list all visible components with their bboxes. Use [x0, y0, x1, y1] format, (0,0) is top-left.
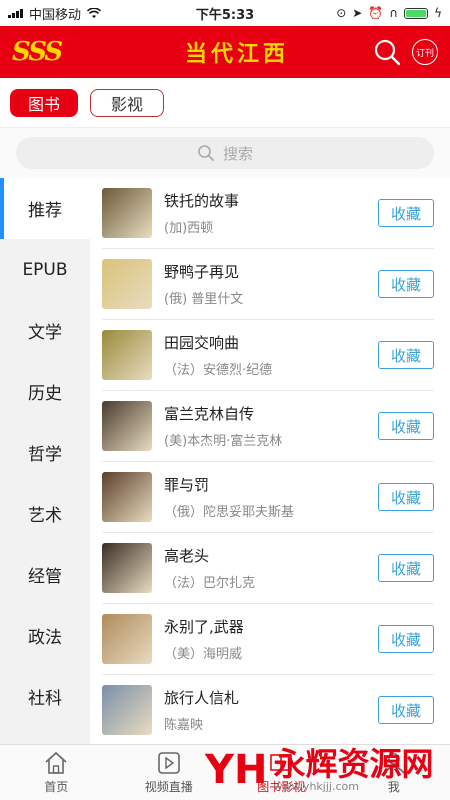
- book-title: 田园交响曲: [164, 334, 240, 352]
- category-sidebar: 推荐 EPUB 文学 历史 哲学 艺术 经管 政法 社科: [0, 178, 90, 744]
- book-author: (俄) 普里什文: [164, 292, 244, 307]
- sidebar-item-philosophy[interactable]: 哲学: [0, 422, 90, 483]
- favorite-button[interactable]: 收藏: [378, 554, 434, 582]
- book-title: 铁托的故事: [164, 192, 240, 210]
- location-icon: ➤: [352, 6, 363, 20]
- nav-home-label: 首页: [44, 779, 69, 794]
- category-tabs: 图书 影视: [0, 78, 450, 128]
- search-area: 搜索: [0, 128, 450, 178]
- charging-icon: ϟ: [434, 6, 442, 20]
- nav-home[interactable]: 首页: [0, 745, 113, 800]
- app-header: SSS 当代江西 订刊: [0, 26, 450, 78]
- tab-books[interactable]: 图书: [10, 88, 79, 117]
- book-cover[interactable]: [102, 188, 152, 238]
- book-cover[interactable]: [102, 543, 152, 593]
- list-item[interactable]: 永别了,武器 （美）海明威 收藏: [102, 604, 434, 675]
- book-title: 旅行人信札: [164, 689, 240, 707]
- nav-me[interactable]: 我: [338, 745, 450, 800]
- search-input[interactable]: 搜索: [16, 137, 434, 169]
- book-title: 罪与罚: [164, 476, 210, 494]
- search-placeholder: 搜索: [222, 144, 253, 163]
- tab-film[interactable]: 影视: [90, 88, 165, 117]
- list-item[interactable]: 田园交响曲 （法）安德烈·纪德 收藏: [102, 320, 434, 391]
- app-logo: SSS: [12, 37, 63, 67]
- headphone-icon: ∩: [389, 6, 399, 20]
- battery-icon: [404, 7, 429, 19]
- book-author: （法）巴尔扎克: [164, 576, 256, 591]
- favorite-button[interactable]: 收藏: [378, 341, 434, 369]
- favorite-button[interactable]: 收藏: [378, 270, 434, 298]
- nav-books[interactable]: 图书影视: [225, 745, 338, 800]
- nav-video-label: 视频直播: [144, 779, 193, 794]
- lock-rotation-icon: ⊙: [336, 6, 347, 20]
- sidebar-item-art[interactable]: 艺术: [0, 483, 90, 544]
- nav-me-label: 我: [387, 779, 400, 794]
- signal-icon: [8, 8, 23, 18]
- sidebar-item-recommend[interactable]: 推荐: [0, 178, 90, 239]
- video-icon: [157, 751, 180, 774]
- list-item[interactable]: 高老头 （法）巴尔扎克 收藏: [102, 533, 434, 604]
- favorite-button[interactable]: 收藏: [378, 696, 434, 724]
- search-icon: [198, 145, 214, 161]
- favorite-button[interactable]: 收藏: [378, 483, 434, 511]
- status-left: 中国移动: [8, 4, 158, 23]
- wifi-icon: [87, 7, 102, 18]
- book-author: (加)西顿: [164, 221, 214, 236]
- list-item[interactable]: 富兰克林自传 (美)本杰明·富兰克林 收藏: [102, 391, 434, 462]
- book-title: 高老头: [164, 547, 210, 565]
- home-icon: [45, 751, 67, 774]
- book-author: （俄）陀思妥耶夫斯基: [164, 505, 295, 520]
- list-item[interactable]: 野鸭子再见 (俄) 普里什文 收藏: [102, 249, 434, 320]
- sidebar-item-literature[interactable]: 文学: [0, 300, 90, 361]
- favorite-button[interactable]: 收藏: [378, 412, 434, 440]
- book-author: (美)本杰明·富兰克林: [164, 434, 283, 449]
- favorite-button[interactable]: 收藏: [378, 199, 434, 227]
- book-cover[interactable]: [102, 401, 152, 451]
- book-cover[interactable]: [102, 472, 152, 522]
- book-title: 永别了,武器: [164, 618, 244, 636]
- status-time: 下午5:33: [195, 7, 255, 23]
- sidebar-item-social[interactable]: 社科: [0, 666, 90, 727]
- user-icon: [383, 752, 405, 774]
- subscribe-button[interactable]: 订刊: [412, 39, 438, 65]
- list-item[interactable]: 铁托的故事 (加)西顿 收藏: [102, 178, 434, 249]
- book-title: 野鸭子再见: [164, 263, 240, 281]
- book-list: 铁托的故事 (加)西顿 收藏 野鸭子再见 (俄) 普里什文 收藏 田园交响曲 （法）安…: [90, 178, 450, 744]
- list-item[interactable]: 旅行人信札陈嘉映 收藏: [102, 675, 434, 744]
- book-cover[interactable]: [102, 259, 152, 309]
- brand-title: 当代江西: [184, 41, 289, 67]
- favorite-button[interactable]: 收藏: [378, 625, 434, 653]
- sidebar-item-history[interactable]: 历史: [0, 361, 90, 422]
- book-author: （美）海明威: [164, 647, 243, 662]
- search-icon[interactable]: [372, 37, 402, 67]
- book-cover[interactable]: [102, 330, 152, 380]
- alarm-icon: ⏰: [368, 6, 384, 20]
- bottom-nav: 首页 视频直播 图书影视 我: [0, 744, 450, 800]
- status-right: ⊙ ➤ ⏰ ∩ ϟ: [292, 6, 442, 20]
- book-icon: [270, 753, 292, 772]
- sidebar-item-business[interactable]: 经管: [0, 544, 90, 605]
- nav-video[interactable]: 视频直播: [113, 745, 226, 800]
- sidebar-item-epub[interactable]: EPUB: [0, 239, 90, 300]
- book-title: 富兰克林自传: [164, 405, 255, 423]
- sidebar-item-law[interactable]: 政法: [0, 605, 90, 666]
- book-author: （法）安德烈·纪德: [164, 363, 273, 378]
- book-cover[interactable]: [102, 614, 152, 664]
- book-cover[interactable]: [102, 685, 152, 735]
- nav-books-label: 图书影视: [257, 779, 306, 794]
- list-item[interactable]: 罪与罚 （俄）陀思妥耶夫斯基 收藏: [102, 462, 434, 533]
- carrier-label: 中国移动: [29, 7, 82, 23]
- book-author: 陈嘉映: [164, 718, 204, 733]
- status-bar: 中国移动 下午5:33 ⊙ ➤ ⏰ ∩ ϟ: [0, 0, 450, 26]
